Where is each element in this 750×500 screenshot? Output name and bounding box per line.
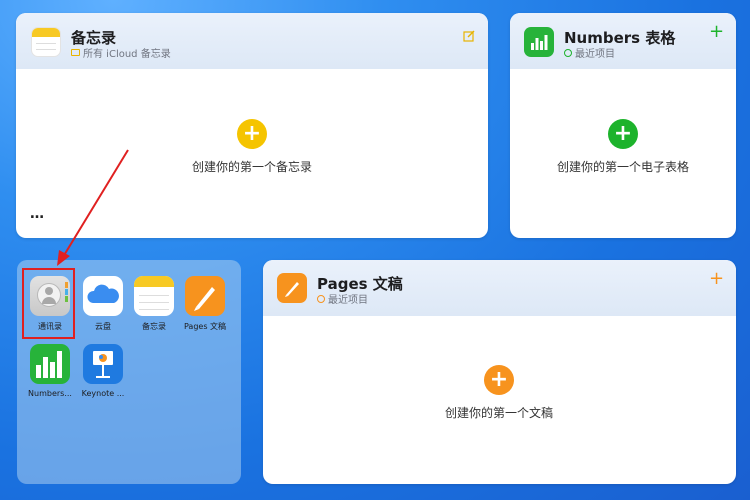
pages-empty-text: 创建你的第一个文稿 [444, 406, 554, 420]
numbers-subtitle-text: 最近项目 [575, 49, 615, 60]
folder-icon [71, 49, 80, 56]
numbers-icon [30, 344, 70, 384]
notes-icon [134, 276, 174, 316]
dock-label-notes: 备忘录 [142, 322, 166, 331]
notes-app-icon [31, 27, 61, 57]
app-icloud-drive[interactable]: 云盘 [79, 276, 127, 332]
create-document-button[interactable]: + [484, 365, 514, 395]
cloud-icon [83, 276, 123, 316]
annotation-highlight-box [22, 268, 75, 339]
pages-subtitle: 最近项目 [317, 291, 368, 306]
numbers-card: Numbers 表格 最近项目 + + 创建你的第一个电子表格 [510, 13, 736, 238]
app-pages[interactable]: Pages 文稿 [181, 276, 229, 332]
dock-label-keynote: Keynote ... [81, 389, 125, 398]
app-numbers[interactable]: Numbers... [26, 344, 74, 398]
pages-add-button[interactable]: + [709, 270, 724, 288]
more-button[interactable]: … [30, 206, 44, 222]
pages-icon [185, 276, 225, 316]
dock-label-numbers: Numbers... [28, 389, 72, 398]
clock-icon [317, 294, 325, 303]
numbers-add-button[interactable]: + [709, 23, 724, 41]
numbers-app-icon [524, 27, 554, 57]
notes-subtitle: 所有 iCloud 备忘录 [71, 45, 171, 60]
notes-card: 备忘录 所有 iCloud 备忘录 + 创建你的第一个备忘录 … [16, 13, 488, 238]
pages-subtitle-text: 最近项目 [328, 295, 368, 306]
keynote-icon [83, 344, 123, 384]
numbers-subtitle: 最近项目 [564, 45, 615, 60]
clock-icon [564, 48, 572, 57]
create-spreadsheet-button[interactable]: + [608, 119, 638, 149]
notes-empty-text: 创建你的第一个备忘录 [191, 160, 313, 174]
pages-app-icon [277, 273, 307, 303]
compose-icon[interactable] [463, 27, 475, 42]
pages-card: Pages 文稿 最近项目 + + 创建你的第一个文稿 [263, 260, 736, 484]
numbers-empty-text: 创建你的第一个电子表格 [556, 160, 690, 174]
notes-subtitle-text: 所有 iCloud 备忘录 [83, 49, 171, 60]
app-keynote[interactable]: Keynote ... [79, 344, 127, 398]
app-notes[interactable]: 备忘录 [130, 276, 178, 332]
dock-label-pages: Pages 文稿 [183, 322, 227, 331]
dock-label-icloud-drive: 云盘 [95, 322, 111, 331]
create-note-button[interactable]: + [237, 119, 267, 149]
